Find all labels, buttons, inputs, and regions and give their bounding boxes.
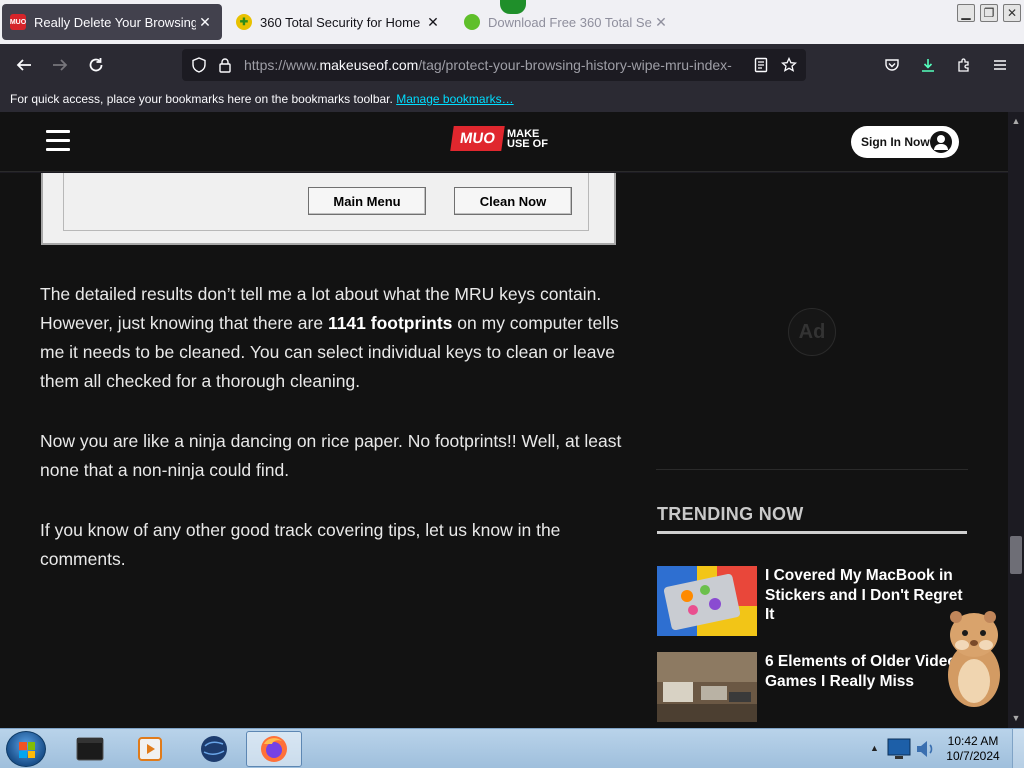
site-header: MUO MAKE USE OF Sign In Now xyxy=(0,112,1008,172)
article-paragraph: Now you are like a ninja dancing on rice… xyxy=(40,431,622,480)
windows-logo-icon xyxy=(19,742,35,758)
menu-icon[interactable] xyxy=(986,51,1014,79)
restore-icon[interactable]: ❐ xyxy=(980,4,998,22)
terminal-app-icon[interactable] xyxy=(62,731,118,767)
close-icon[interactable]: ✕ xyxy=(424,14,442,31)
tab-bar: MUO Really Delete Your Browsing History … xyxy=(0,0,1024,44)
scroll-up-icon[interactable]: ▲ xyxy=(1011,116,1021,126)
muo-favicon-icon: MUO xyxy=(10,14,26,30)
screen: MUO Really Delete Your Browsing History … xyxy=(0,0,1024,768)
card-title[interactable]: 6 Elements of Older Video Games I Really… xyxy=(765,652,965,691)
start-button[interactable] xyxy=(6,731,46,767)
page-scrollbar[interactable]: ▲ ▼ xyxy=(1008,112,1024,728)
bookmarks-hint: For quick access, place your bookmarks h… xyxy=(10,92,393,106)
forward-arrow-icon[interactable] xyxy=(46,51,74,79)
manage-bookmarks-link[interactable]: Manage bookmarks… xyxy=(396,92,513,106)
360-favicon-icon xyxy=(464,14,480,30)
url-text[interactable]: https://www.makeuseof.com/tag/protect-yo… xyxy=(244,57,744,73)
url-prefix: https://www. xyxy=(244,57,320,73)
tab-title: Download Free 360 Total Security xyxy=(488,14,652,30)
address-bar[interactable]: https://www.makeuseof.com/tag/protect-yo… xyxy=(182,49,806,81)
article-paragraph: The detailed results don’t tell me a lot… xyxy=(40,280,630,396)
clock-date: 10/7/2024 xyxy=(946,749,1000,763)
scroll-down-icon[interactable]: ▼ xyxy=(1011,713,1021,723)
card-title[interactable]: I Covered My MacBook in Stickers and I D… xyxy=(765,566,965,625)
back-arrow-icon[interactable] xyxy=(10,51,38,79)
extensions-icon[interactable] xyxy=(950,51,978,79)
clean-now-button: Clean Now xyxy=(454,187,572,215)
media-player-app-icon[interactable] xyxy=(122,731,178,767)
close-icon[interactable]: ✕ xyxy=(652,14,670,31)
minimize-icon[interactable]: ▁ xyxy=(957,4,975,22)
card-thumbnail-macbook[interactable] xyxy=(657,566,757,636)
globe-app-icon[interactable] xyxy=(186,731,242,767)
cleaner-dialog-screenshot: Main Menu Clean Now xyxy=(41,173,616,245)
bookmarks-toolbar: For quick access, place your bookmarks h… xyxy=(0,86,1024,112)
ad-placeholder[interactable]: Ad xyxy=(788,308,836,356)
windows-taskbar: ▲ 10:42 AM 10/7/2024 xyxy=(0,728,1024,768)
site-logo[interactable]: MUO MAKE USE OF xyxy=(450,126,553,151)
close-icon[interactable]: ✕ xyxy=(196,14,214,31)
sign-in-button[interactable]: Sign In Now xyxy=(851,126,959,158)
bookmark-star-icon[interactable] xyxy=(780,56,798,74)
trending-heading: TRENDING NOW xyxy=(657,504,804,524)
taskbar-clock[interactable]: 10:42 AM 10/7/2024 xyxy=(938,734,1008,764)
hamburger-menu-icon[interactable] xyxy=(46,130,70,152)
lock-icon[interactable] xyxy=(216,56,234,74)
download-icon[interactable] xyxy=(914,51,942,79)
user-avatar-icon xyxy=(930,131,952,153)
hamster-overlay-icon xyxy=(948,611,1000,707)
tab-360-security[interactable]: ✚ 360 Total Security for Home and Office… xyxy=(228,4,450,40)
360-favicon-icon: ✚ xyxy=(236,14,252,30)
trending-underline xyxy=(657,531,967,534)
firefox-app-icon[interactable] xyxy=(246,731,302,767)
navigation-toolbar: https://www.makeuseof.com/tag/protect-yo… xyxy=(0,44,1024,86)
close-window-icon[interactable]: ✕ xyxy=(1003,4,1021,22)
url-path: /tag/protect-your-browsing-history-wipe-… xyxy=(418,57,732,73)
logo-wordmark: MAKE USE OF xyxy=(507,127,548,150)
url-domain: makeuseof.com xyxy=(319,57,419,73)
sign-in-label: Sign In Now xyxy=(861,135,930,149)
article-paragraph: If you know of any other good track cove… xyxy=(40,520,561,569)
reader-view-icon[interactable] xyxy=(752,56,770,74)
logo-mark: MUO xyxy=(450,126,505,151)
show-desktop-button[interactable] xyxy=(1012,729,1024,768)
tab-title: Really Delete Your Browsing History xyxy=(34,14,196,30)
scrollbar-thumb[interactable] xyxy=(1010,536,1022,574)
article-page: Main Menu Clean Now The detailed results… xyxy=(0,173,1008,728)
tab-muo[interactable]: MUO Really Delete Your Browsing History … xyxy=(2,4,222,40)
network-monitor-icon[interactable] xyxy=(886,735,912,763)
bold-text: 1141 footprints xyxy=(327,313,453,333)
divider xyxy=(656,469,968,470)
tab-title: 360 Total Security for Home and Office xyxy=(260,14,424,30)
main-menu-button: Main Menu xyxy=(308,187,426,215)
tab-download-360[interactable]: Download Free 360 Total Security ✕ xyxy=(456,4,678,40)
card-thumbnail-retro-games[interactable] xyxy=(657,652,757,722)
overlay-blob xyxy=(500,0,526,14)
pocket-icon[interactable] xyxy=(878,51,906,79)
shield-icon[interactable] xyxy=(190,56,208,74)
reload-icon[interactable] xyxy=(82,51,110,79)
tray-expand-icon[interactable]: ▲ xyxy=(870,743,879,753)
clock-time: 10:42 AM xyxy=(947,734,999,748)
speaker-icon[interactable] xyxy=(914,737,936,761)
